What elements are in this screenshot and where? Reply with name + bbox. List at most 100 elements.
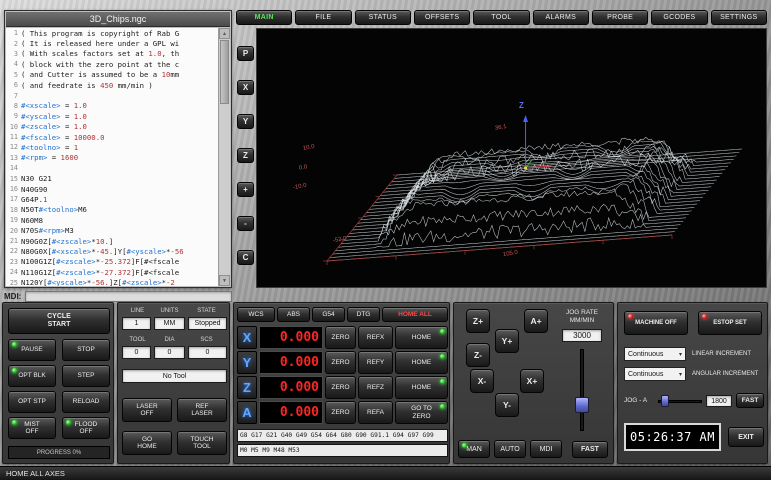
- zoom-out-button[interactable]: -: [237, 216, 254, 231]
- cycle-start-button[interactable]: CYCLE START: [8, 308, 110, 334]
- zero-y-button[interactable]: ZERO: [325, 351, 356, 374]
- menu-tab-settings[interactable]: SETTINGS: [711, 10, 767, 25]
- step-button[interactable]: STEP: [62, 365, 110, 387]
- scrollbar-thumb[interactable]: [220, 40, 229, 104]
- mode-man-button[interactable]: MAN: [458, 440, 490, 458]
- laser-off-button[interactable]: LASER OFF: [122, 398, 172, 422]
- jog-rate-value: 3000: [562, 329, 602, 342]
- code-line: 23N100G1Z[#<zscale>*-25.372]F[#<fscale: [6, 257, 218, 267]
- menu-tab-probe[interactable]: PROBE: [592, 10, 648, 25]
- angular-increment-select[interactable]: Continuous ▾: [624, 367, 686, 381]
- ref-a-button[interactable]: REFA: [358, 401, 393, 424]
- view-z-button[interactable]: Z: [237, 148, 254, 163]
- opt-blk-button[interactable]: OPT BLK: [8, 365, 56, 387]
- opt-stp-button[interactable]: OPT STP: [8, 391, 56, 413]
- jog-y-minus-button[interactable]: Y-: [495, 393, 519, 417]
- code-text: N90G0Z[#<zscale>*10.]: [21, 237, 113, 246]
- jog-x-minus-button[interactable]: X-: [470, 369, 494, 393]
- machine-off-button[interactable]: MACHINE OFF: [624, 311, 688, 335]
- code-text: ( It is released here under a GPL wi: [21, 39, 179, 48]
- pause-button[interactable]: PAUSE: [8, 339, 56, 361]
- line-number: 14: [6, 164, 21, 172]
- toolpath-preview[interactable]: 10.0 0.0 -10.0 -52.0 105.0 36.1 Z: [256, 28, 767, 288]
- line-number: 2: [6, 40, 21, 48]
- code-text: N50T#<toolno>M6: [21, 205, 87, 214]
- touch-tool-button[interactable]: TOUCH TOOL: [177, 431, 227, 455]
- menu-tab-main[interactable]: MAIN: [236, 10, 292, 25]
- home-z-button[interactable]: HOME: [395, 376, 448, 399]
- menu-tab-file[interactable]: FILE: [295, 10, 351, 25]
- dro-header-g54-button[interactable]: G54: [312, 307, 345, 322]
- jog-a-plus-button[interactable]: A+: [524, 309, 548, 333]
- exit-button[interactable]: EXIT: [728, 427, 764, 447]
- gcode-text-area[interactable]: 1( This program is copyright of Rab G2( …: [6, 28, 218, 286]
- zero-a-button[interactable]: ZERO: [325, 401, 356, 424]
- code-text: N70S#<rpm>M3: [21, 226, 74, 235]
- menu-tab-offsets[interactable]: OFFSETS: [414, 10, 470, 25]
- dro-value-a: 0.000: [259, 401, 323, 424]
- view-clear-button[interactable]: C: [237, 250, 254, 265]
- jog-z-plus-button[interactable]: Z+: [466, 309, 490, 333]
- dro-header-home-all-button[interactable]: HOME ALL: [382, 307, 448, 322]
- scroll-down-arrow-icon[interactable]: ▼: [219, 275, 230, 286]
- ref-y-button[interactable]: REFY: [358, 351, 393, 374]
- home-x-button[interactable]: HOME: [395, 326, 448, 349]
- linear-increment-select[interactable]: Continuous ▾: [624, 347, 686, 361]
- axis-letter-x[interactable]: X: [237, 326, 257, 349]
- line-number: 20: [6, 227, 21, 235]
- jog-y-plus-button[interactable]: Y+: [495, 329, 519, 353]
- home-a-button[interactable]: GO TO ZERO: [395, 401, 448, 424]
- reload-button[interactable]: RELOAD: [62, 391, 110, 413]
- code-line: 18N50T#<toolno>M6: [6, 205, 218, 215]
- axis-letter-y[interactable]: Y: [237, 351, 257, 374]
- code-line: 15N30 G21: [6, 173, 218, 183]
- jog-speed-slider[interactable]: [575, 349, 589, 431]
- home-y-button[interactable]: HOME: [395, 351, 448, 374]
- status-header-row: LINEUNITSSTATE: [122, 308, 227, 314]
- jog-z-minus-button[interactable]: Z-: [466, 343, 490, 367]
- editor-scrollbar[interactable]: ▲ ▼: [218, 28, 230, 286]
- go-home-button[interactable]: GO HOME: [122, 431, 172, 455]
- homed-led: [440, 329, 445, 334]
- chevron-down-icon: ▾: [679, 371, 682, 378]
- zoom-in-button[interactable]: +: [237, 182, 254, 197]
- flood-off-button[interactable]: FLOOD OFF: [62, 417, 110, 439]
- homed-led: [440, 404, 445, 409]
- menu-tab-alarms[interactable]: ALARMS: [533, 10, 589, 25]
- axis-letter-z[interactable]: Z: [237, 376, 257, 399]
- dro-header-wcs-button[interactable]: WCS: [237, 307, 275, 322]
- jog-a-fast-button[interactable]: FAST: [736, 393, 764, 408]
- zero-z-button[interactable]: ZERO: [325, 376, 356, 399]
- mode-button-row: MANAUTOMDI: [458, 440, 562, 458]
- estop-button[interactable]: ESTOP SET: [698, 311, 762, 335]
- ref-x-button[interactable]: REFX: [358, 326, 393, 349]
- dro-header-dtg-button[interactable]: DTG: [347, 307, 380, 322]
- axis-letter-a[interactable]: A: [237, 401, 257, 424]
- menu-tab-tool[interactable]: TOOL: [473, 10, 529, 25]
- jog-fast-button[interactable]: FAST: [572, 441, 608, 458]
- slider-handle[interactable]: [661, 395, 669, 407]
- jog-a-slider[interactable]: [658, 395, 702, 407]
- slider-handle[interactable]: [575, 397, 589, 413]
- value-scs: 0: [188, 346, 227, 359]
- column-label-dia: DIA: [153, 337, 186, 343]
- zero-x-button[interactable]: ZERO: [325, 326, 356, 349]
- menu-tab-status[interactable]: STATUS: [355, 10, 411, 25]
- code-text: N80G0X[#<xscale>*-45.]Y[#<yscale>*-56: [21, 247, 184, 256]
- control-button-grid: PAUSE STOP OPT BLK STEP OPT STP RELOAD MIST OF…: [8, 339, 110, 439]
- jog-x-plus-button[interactable]: X+: [520, 369, 544, 393]
- view-y-button[interactable]: Y: [237, 114, 254, 129]
- menu-tab-gcodes[interactable]: GCODES: [651, 10, 707, 25]
- mode-auto-button[interactable]: AUTO: [494, 440, 526, 458]
- ref-z-button[interactable]: REFZ: [358, 376, 393, 399]
- scroll-up-arrow-icon[interactable]: ▲: [219, 28, 230, 39]
- dro-header-abs-button[interactable]: ABS: [277, 307, 310, 322]
- ref-laser-button[interactable]: REF LASER: [177, 398, 227, 422]
- mist-off-button[interactable]: MIST OFF: [8, 417, 56, 439]
- view-perspective-button[interactable]: P: [237, 46, 254, 61]
- mdi-input[interactable]: [25, 291, 232, 302]
- stop-button[interactable]: STOP: [62, 339, 110, 361]
- code-text: N110G1Z[#<zscale>*-27.372]F[#<fscale: [21, 268, 179, 277]
- view-x-button[interactable]: X: [237, 80, 254, 95]
- mode-mdi-button[interactable]: MDI: [530, 440, 562, 458]
